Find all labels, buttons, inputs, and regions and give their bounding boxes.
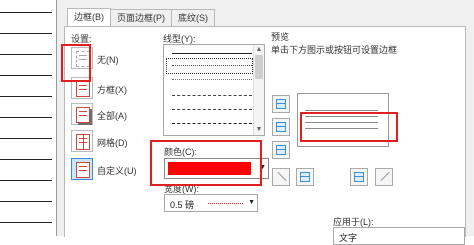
borders-panel: 设置: 无(N) 方框(X) 全部(A) 网格(D) 自定义(U) 线型(Y): (64, 26, 466, 245)
document-line (0, 96, 52, 97)
line-style-scrollbar[interactable]: ▲ ▼ (253, 45, 264, 135)
width-dropdown[interactable]: 0.5 磅 ▼ (164, 194, 258, 212)
setting-all[interactable]: 全部(A) (71, 103, 151, 127)
document-line (0, 75, 52, 76)
width-sample-line (208, 203, 243, 204)
dialog-tabs: 边框(B) 页面边框(P) 底纹(S) (67, 8, 215, 27)
bottom-border-button[interactable] (272, 141, 290, 159)
line-style-list[interactable]: ▲ ▼ (163, 44, 265, 136)
document-background (0, 0, 60, 236)
document-line (0, 138, 52, 139)
apply-to-dropdown[interactable]: 文字 (333, 227, 465, 245)
setting-grid-label: 网格(D) (97, 138, 128, 148)
document-line (0, 159, 52, 160)
setting-all-icon (71, 103, 93, 125)
setting-box-label: 方框(X) (97, 85, 127, 95)
scroll-down-icon[interactable]: ▼ (254, 125, 264, 135)
inner-horizontal-border-button[interactable] (272, 118, 290, 136)
apply-to-value: 文字 (339, 233, 358, 243)
line-style-dashed[interactable] (172, 95, 252, 96)
document-line (0, 12, 52, 13)
diagonal-up-border-button[interactable] (375, 168, 393, 186)
scroll-up-icon[interactable]: ▲ (254, 45, 264, 55)
line-style-selection (166, 58, 253, 74)
borders-and-shading-dialog: 边框(B) 页面边框(P) 底纹(S) 设置: 无(N) 方框(X) 全部(A)… (56, 0, 474, 245)
inner-vertical-border-button[interactable] (350, 168, 368, 186)
setting-none-label: 无(N) (97, 55, 119, 65)
document-line (0, 201, 52, 202)
line-style-dash-dot[interactable] (172, 109, 252, 110)
document-line (0, 222, 52, 223)
setting-custom-label: 自定义(U) (97, 166, 137, 176)
left-border-button[interactable] (296, 168, 314, 186)
width-value: 0.5 磅 (170, 200, 195, 210)
setting-custom-icon (71, 158, 93, 180)
tab-shading[interactable]: 底纹(S) (171, 9, 215, 26)
diagonal-down-border-button[interactable] (272, 168, 290, 186)
preview-title: 预览 (271, 32, 290, 42)
highlight-frame (150, 140, 262, 186)
line-style-solid[interactable] (172, 53, 252, 54)
setting-grid[interactable]: 网格(D) (71, 130, 151, 154)
setting-all-label: 全部(A) (97, 111, 127, 121)
scrollbar-thumb[interactable] (255, 55, 263, 79)
setting-grid-icon (71, 130, 93, 152)
line-style-dotted[interactable] (172, 65, 252, 66)
document-line (0, 117, 52, 118)
line-style-dotted-fine[interactable] (172, 79, 252, 80)
setting-custom[interactable]: 自定义(U) (71, 158, 151, 182)
tab-borders[interactable]: 边框(B) (67, 8, 111, 27)
chevron-down-icon[interactable]: ▼ (248, 199, 255, 206)
document-line (0, 180, 52, 181)
highlight-frame (61, 44, 91, 82)
highlight-frame (300, 112, 398, 142)
preview-hint: 单击下方图示或按钮可设置边框 (271, 45, 398, 55)
line-style-long-dash[interactable] (172, 123, 252, 124)
tab-page-border[interactable]: 页面边框(P) (110, 9, 172, 26)
top-border-button[interactable] (272, 95, 290, 113)
document-line (0, 33, 52, 34)
preview-text-line (305, 110, 378, 111)
document-line (0, 54, 52, 55)
